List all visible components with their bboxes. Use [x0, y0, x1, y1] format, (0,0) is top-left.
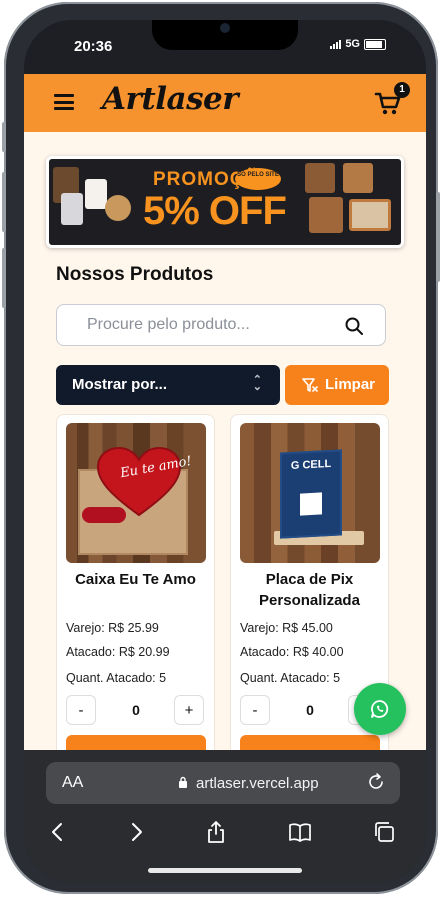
product-image[interactable]: Eu te amo!	[66, 423, 206, 563]
wholesale-price: Atacado: R$ 40.00	[240, 645, 344, 659]
camera-icon	[220, 23, 230, 33]
tabs-icon[interactable]	[372, 820, 396, 844]
quantity-value: 0	[306, 702, 314, 718]
brand-logo[interactable]: Artlaser	[102, 81, 239, 117]
volume-down-button	[2, 248, 6, 308]
status-time: 20:36	[74, 38, 113, 55]
dynamic-island	[152, 20, 298, 50]
filter-clear-icon	[302, 378, 318, 392]
sign-plate-shape: G CELL	[280, 449, 342, 539]
banner-product-image	[305, 163, 335, 193]
qr-code-icon	[300, 492, 322, 516]
address-bar[interactable]: AA artlaser.vercel.app	[46, 762, 400, 804]
phone-screen: 20:36 5G Artlaser 1 PROMOÇÃO SÓ PELO SIT…	[24, 20, 426, 882]
banner-product-image	[309, 197, 343, 233]
home-indicator	[148, 868, 302, 873]
clear-filters-button[interactable]: Limpar	[285, 365, 389, 405]
status-indicators: 5G	[330, 38, 386, 50]
wholesale-price: Atacado: R$ 20.99	[66, 645, 170, 659]
phone-frame: 20:36 5G Artlaser 1 PROMOÇÃO SÓ PELO SIT…	[2, 2, 440, 894]
back-icon[interactable]	[46, 820, 70, 844]
product-name: Placa de Pix Personalizada	[259, 571, 360, 609]
banner-product-image	[85, 179, 107, 209]
retail-price: Varejo: R$ 45.00	[240, 621, 333, 635]
decrease-quantity-button[interactable]: -	[240, 695, 270, 725]
bookmarks-icon[interactable]	[288, 820, 312, 844]
wholesale-quantity: Quant. Atacado: 5	[66, 671, 167, 685]
reload-icon[interactable]	[366, 772, 386, 792]
top-navbar: Artlaser 1	[24, 74, 426, 132]
add-to-cart-button[interactable]	[240, 735, 380, 750]
hamburger-menu-icon[interactable]	[54, 94, 74, 110]
clear-filters-label: Limpar	[325, 376, 376, 393]
power-button	[436, 192, 440, 282]
quantity-value: 0	[132, 702, 140, 718]
promo-banner[interactable]: PROMOÇÃO SÓ PELO SITE 5% OFF	[46, 156, 404, 248]
wholesale-quantity: Quant. Atacado: 5	[240, 671, 341, 685]
browser-chrome: AA artlaser.vercel.app	[24, 750, 426, 882]
search-input[interactable]	[85, 315, 329, 335]
volume-up-button	[2, 172, 6, 232]
url-text[interactable]: artlaser.vercel.app	[196, 775, 319, 792]
banner-discount: 5% OFF	[143, 189, 287, 233]
signal-icon	[330, 39, 342, 49]
battery-icon	[364, 38, 386, 50]
banner-site-only-badge: SÓ PELO SITE	[235, 168, 281, 190]
search-field[interactable]	[56, 304, 386, 346]
retail-price: Varejo: R$ 25.99	[66, 621, 159, 635]
search-icon[interactable]	[345, 317, 363, 335]
product-image-text: G CELL	[290, 457, 332, 473]
sort-select-label: Mostrar por...	[72, 376, 168, 393]
mute-switch	[2, 122, 6, 152]
cart-count-badge: 1	[394, 82, 410, 98]
increase-quantity-button[interactable]: +	[174, 695, 204, 725]
section-title: Nossos Produtos	[56, 264, 214, 285]
banner-product-image	[343, 163, 373, 193]
whatsapp-button[interactable]	[354, 683, 406, 735]
web-page: Artlaser 1 PROMOÇÃO SÓ PELO SITE 5% OFF	[24, 74, 426, 750]
whatsapp-icon	[371, 700, 389, 718]
add-to-cart-button[interactable]	[66, 735, 206, 750]
product-card[interactable]: Eu te amo! Caixa Eu Te Amo Varejo: R$ 25…	[56, 414, 215, 750]
status-bar: 20:36 5G	[24, 20, 426, 74]
sort-select[interactable]: Mostrar por... ⌃ ⌄	[56, 365, 280, 405]
product-name: Caixa Eu Te Amo	[75, 571, 196, 588]
text-size-button[interactable]: AA	[62, 774, 83, 792]
product-image[interactable]: G CELL	[240, 423, 380, 563]
lock-icon	[179, 776, 187, 788]
share-icon[interactable]	[204, 820, 228, 844]
network-label: 5G	[345, 38, 360, 50]
banner-product-image	[105, 195, 131, 221]
forward-icon[interactable]	[124, 820, 148, 844]
banner-product-image	[349, 199, 391, 231]
banner-product-image	[61, 193, 83, 225]
decrease-quantity-button[interactable]: -	[66, 695, 96, 725]
chevron-up-down-icon: ⌃ ⌄	[252, 374, 262, 393]
